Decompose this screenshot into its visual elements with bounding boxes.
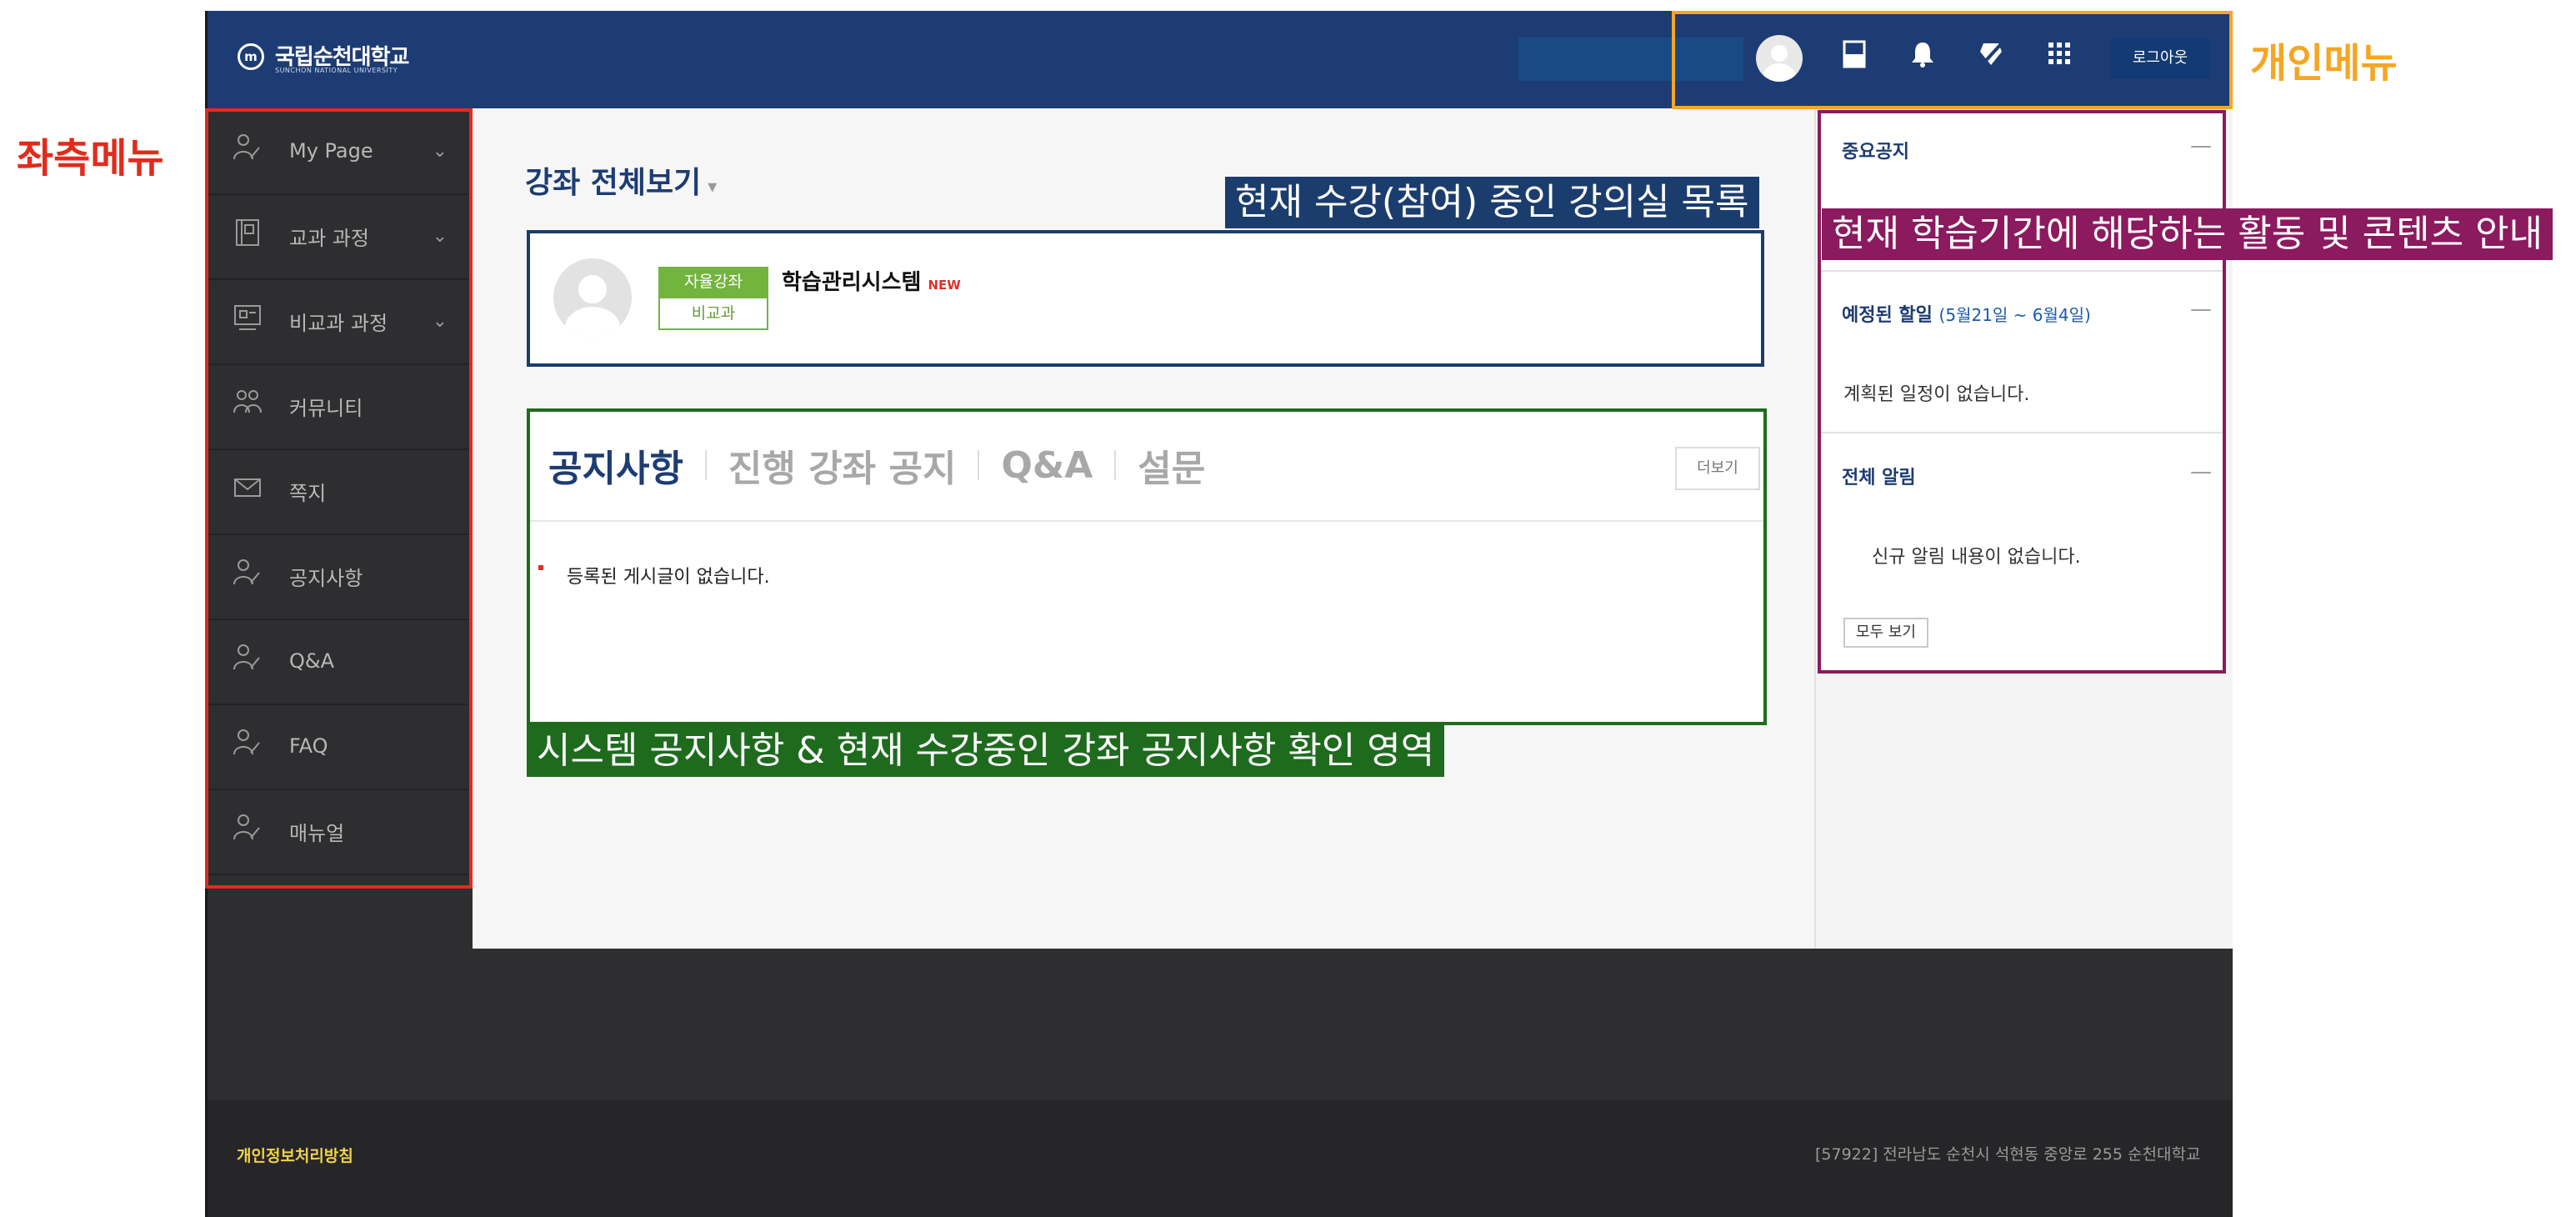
collapse-icon[interactable]: — <box>2190 297 2212 322</box>
annotation-classroom-list: 현재 수강(참여) 중인 강의실 목록 <box>1225 177 1759 228</box>
course-list-title[interactable]: 강좌 전체보기 ▾ <box>525 158 717 202</box>
tab-notices[interactable]: 공지사항 <box>548 438 683 492</box>
course-category-tag: 비교과 <box>658 297 768 330</box>
divider <box>1821 270 2223 272</box>
divider <box>530 520 1763 522</box>
divider <box>1821 432 2223 433</box>
new-badge: NEW <box>928 278 961 293</box>
tab-survey[interactable]: 설문 <box>1138 438 1205 492</box>
alerts-title[interactable]: 전체 알림 <box>1842 463 1916 489</box>
tab-qna[interactable]: Q&A <box>1001 444 1093 487</box>
view-all-button[interactable]: 모두 보기 <box>1843 618 1928 648</box>
annotation-personal-menu-box <box>1672 11 2233 109</box>
course-thumbnail <box>553 258 632 337</box>
alerts-empty-message: 신규 알림 내용이 없습니다. <box>1872 547 2081 568</box>
privacy-policy-link[interactable]: 개인정보처리방침 <box>237 1144 353 1166</box>
collapse-icon[interactable]: — <box>2190 133 2212 158</box>
course-type-tag: 자율강좌 <box>658 267 768 297</box>
annotation-activity-guide: 현재 학습기간에 해당하는 활동 및 콘텐츠 안내 <box>1822 208 2553 260</box>
footer-address: [57922] 전라남도 순천시 석현동 중앙로 255 순천대학교 <box>1815 1145 2201 1164</box>
university-logo-subtext: SUNCHON NATIONAL UNIVERSITY <box>275 67 398 74</box>
notice-tabs: 공지사항 진행 강좌 공지 Q&A 설문 <box>548 438 1205 492</box>
schedule-title[interactable]: 예정된 할일 (5월21일 ~ 6월4일) <box>1842 300 2091 327</box>
bullet-icon <box>538 565 543 570</box>
annotation-notice-area: 시스템 공지사항 & 현재 수강중인 강좌 공지사항 확인 영역 <box>527 725 1445 777</box>
tab-course-notices[interactable]: 진행 강좌 공지 <box>728 438 957 492</box>
more-button[interactable]: 더보기 <box>1675 447 1760 490</box>
footer-spacer <box>473 949 2233 1100</box>
course-title-link[interactable]: 학습관리시스템 NEW <box>782 265 961 296</box>
notice-empty-message: 등록된 게시글이 없습니다. <box>567 567 770 588</box>
university-logo-icon[interactable]: m <box>238 43 264 70</box>
collapse-icon[interactable]: — <box>2190 459 2212 484</box>
annotation-left-menu-box <box>205 108 473 889</box>
important-notice-title[interactable]: 중요공지 <box>1842 137 1909 163</box>
dropdown-caret-icon: ▾ <box>708 177 718 198</box>
schedule-empty-message: 계획된 일정이 없습니다. <box>1843 384 2030 405</box>
annotation-left-menu-label: 좌측메뉴 <box>17 135 164 182</box>
annotation-personal-menu-label: 개인메뉴 <box>2250 40 2398 87</box>
